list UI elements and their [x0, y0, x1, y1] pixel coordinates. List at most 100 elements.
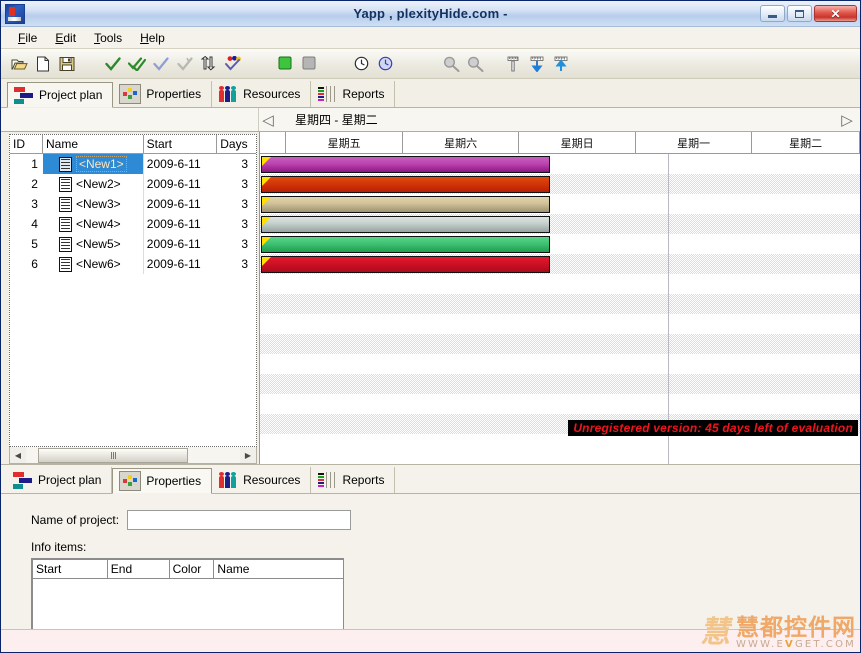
- open-icon[interactable]: [7, 52, 31, 76]
- gantt-bar[interactable]: [261, 256, 550, 273]
- save-icon[interactable]: [55, 52, 79, 76]
- table-row[interactable]: 5 <New5> 2009-6-11 3: [10, 234, 256, 254]
- cell-name[interactable]: <New5>: [43, 234, 144, 254]
- col-header-days[interactable]: Days: [217, 135, 257, 154]
- gantt-day-header[interactable]: 星期二: [752, 132, 860, 153]
- project-name-label: Name of project:: [31, 513, 120, 527]
- table-row[interactable]: 3 <New3> 2009-6-11 3: [10, 194, 256, 214]
- check-light-icon[interactable]: [149, 52, 173, 76]
- tab-label: Reports: [342, 87, 385, 101]
- resources-icon: [218, 85, 238, 103]
- col-header-id[interactable]: ID: [10, 135, 43, 154]
- task-grid-hscrollbar[interactable]: ◀ ▶: [9, 447, 257, 464]
- menu-edit[interactable]: Edit: [46, 29, 85, 47]
- info-col-end[interactable]: End: [107, 560, 170, 579]
- evaluation-notice: Unregistered version: 45 days left of ev…: [568, 420, 858, 436]
- gantt-row: [260, 374, 860, 394]
- cell-name[interactable]: <New6>: [43, 254, 144, 274]
- gantt-row: [260, 274, 860, 294]
- ruler-icon[interactable]: [501, 52, 525, 76]
- check-disabled-icon[interactable]: [173, 52, 197, 76]
- col-header-name[interactable]: Name: [43, 135, 144, 154]
- gantt-day-header[interactable]: 星期一: [635, 132, 753, 153]
- table-row[interactable]: 4 <New4> 2009-6-11 3: [10, 214, 256, 234]
- zoom-out-icon[interactable]: [439, 52, 463, 76]
- tab-project-plan-top[interactable]: Project plan: [7, 82, 114, 108]
- project-name-input[interactable]: [127, 510, 352, 530]
- cell-name[interactable]: <New2>: [43, 174, 144, 194]
- gray-block-icon[interactable]: [297, 52, 321, 76]
- clock-blue-icon[interactable]: [373, 52, 397, 76]
- col-header-start[interactable]: Start: [143, 135, 218, 154]
- gantt-row: [260, 354, 860, 374]
- gantt-row: [260, 434, 860, 454]
- tab-label: Properties: [146, 87, 202, 101]
- close-button[interactable]: ✕: [814, 5, 857, 22]
- resources-icon: [218, 471, 238, 489]
- gantt-day-header[interactable]: 星期五: [286, 132, 403, 153]
- cell-id: 5: [31, 237, 38, 251]
- tab-resources-top[interactable]: Resources: [212, 81, 312, 107]
- gantt-bar[interactable]: [261, 236, 550, 253]
- gantt-day-header[interactable]: [260, 132, 287, 153]
- table-row[interactable]: 1 <New1> 2009-6-11 3: [10, 154, 256, 174]
- gantt-bar[interactable]: [261, 196, 550, 213]
- task-grid[interactable]: ID Name Start Days 1 <New1> 2009-6-11 3 …: [9, 134, 257, 447]
- window-title: Yapp , plexityHide.com -: [353, 6, 508, 21]
- arrow-down-icon[interactable]: [525, 52, 549, 76]
- maximize-button[interactable]: [787, 5, 812, 22]
- cell-name-text: <New3>: [75, 197, 121, 211]
- table-row[interactable]: 2 <New2> 2009-6-11 3: [10, 174, 256, 194]
- gantt-next-button[interactable]: ▷: [838, 108, 856, 131]
- gantt-prev-button[interactable]: ◁: [259, 108, 277, 131]
- bar-start-marker: [262, 237, 271, 246]
- scroll-thumb[interactable]: [38, 448, 188, 463]
- zoom-in-icon[interactable]: [463, 52, 487, 76]
- gantt-chart[interactable]: 星期五 星期六 星期日 星期一 星期二 Unregistered version…: [259, 132, 860, 464]
- table-row[interactable]: 6 <New6> 2009-6-11 3: [10, 254, 256, 274]
- tab-reports-top[interactable]: Reports: [311, 81, 396, 107]
- document-icon: [58, 256, 72, 272]
- gantt-bar[interactable]: [261, 156, 550, 173]
- info-col-name[interactable]: Name: [214, 560, 343, 579]
- info-col-color[interactable]: Color: [169, 560, 215, 579]
- scroll-right-button[interactable]: ▶: [240, 447, 256, 463]
- tab-project-plan-bottom[interactable]: Project plan: [7, 467, 113, 493]
- menu-tools[interactable]: Tools: [85, 29, 131, 47]
- gantt-day-header[interactable]: 星期六: [402, 132, 520, 153]
- gantt-bar[interactable]: [261, 216, 550, 233]
- check-single-icon[interactable]: [101, 52, 125, 76]
- scroll-track[interactable]: [26, 447, 240, 463]
- menu-file[interactable]: File: [9, 29, 46, 47]
- properties-form: Name of project: Info items: Start End C…: [1, 494, 860, 644]
- main-area: ◁ 星期四 - 星期二 ▷ ID Name Start Days 1 <New1…: [1, 108, 860, 644]
- tab-reports-bottom[interactable]: Reports: [311, 467, 396, 493]
- cell-name[interactable]: <New4>: [43, 214, 144, 234]
- menu-help[interactable]: Help: [131, 29, 174, 47]
- task-grid-header: ID Name Start Days: [10, 135, 257, 154]
- clock-black-icon[interactable]: [349, 52, 373, 76]
- gantt-body[interactable]: Unregistered version: 45 days left of ev…: [260, 154, 860, 464]
- green-block-icon[interactable]: [273, 52, 297, 76]
- cell-start: 2009-6-11: [146, 177, 201, 191]
- gantt-bar[interactable]: [261, 176, 550, 193]
- tab-label: Resources: [243, 87, 301, 101]
- scroll-left-button[interactable]: ◀: [10, 447, 26, 463]
- arrow-up-icon[interactable]: [549, 52, 573, 76]
- check-colored-icon[interactable]: [221, 52, 245, 76]
- minimize-icon: [768, 14, 777, 18]
- minimize-button[interactable]: [760, 5, 785, 22]
- tab-properties-top[interactable]: Properties: [113, 81, 213, 107]
- check-double-icon[interactable]: [125, 52, 149, 76]
- cell-name[interactable]: <New1>: [42, 154, 144, 174]
- document-icon: [58, 236, 72, 252]
- cell-name[interactable]: <New3>: [43, 194, 144, 214]
- gantt-day-header[interactable]: 星期日: [519, 132, 636, 153]
- tab-properties-bottom[interactable]: Properties: [112, 468, 213, 494]
- cell-id: 2: [31, 177, 38, 191]
- info-col-start[interactable]: Start: [33, 560, 108, 579]
- swap-arrows-icon[interactable]: [197, 52, 221, 76]
- tab-resources-bottom[interactable]: Resources: [212, 467, 312, 493]
- new-document-icon[interactable]: [31, 52, 55, 76]
- tab-label: Resources: [243, 473, 301, 487]
